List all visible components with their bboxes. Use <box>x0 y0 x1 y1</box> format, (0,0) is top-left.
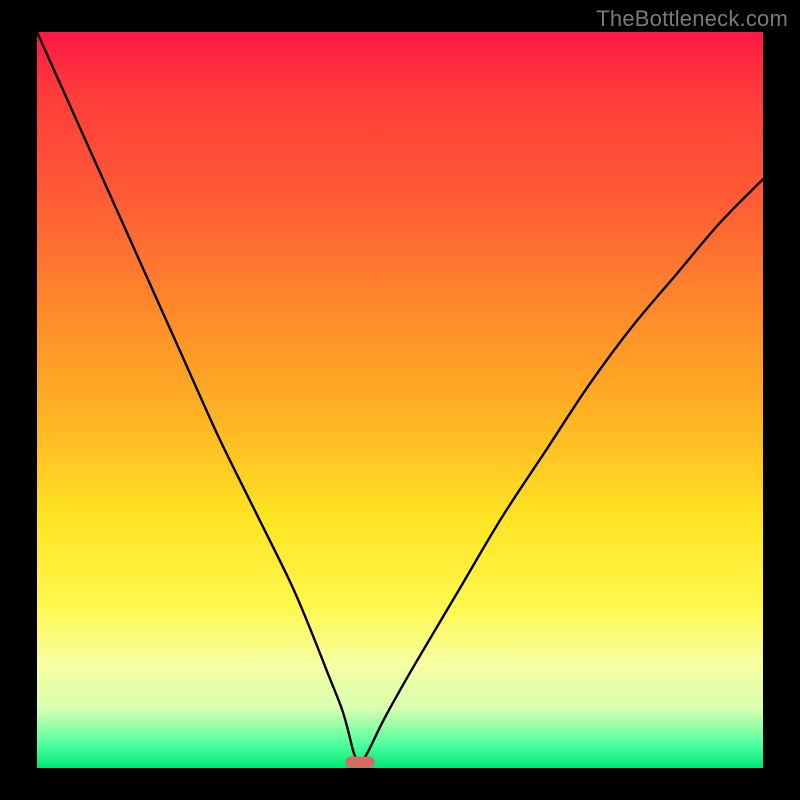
watermark-text: TheBottleneck.com <box>596 6 788 32</box>
plot-area <box>37 32 763 768</box>
bottleneck-curve <box>37 32 763 768</box>
chart-frame: TheBottleneck.com <box>0 0 800 800</box>
